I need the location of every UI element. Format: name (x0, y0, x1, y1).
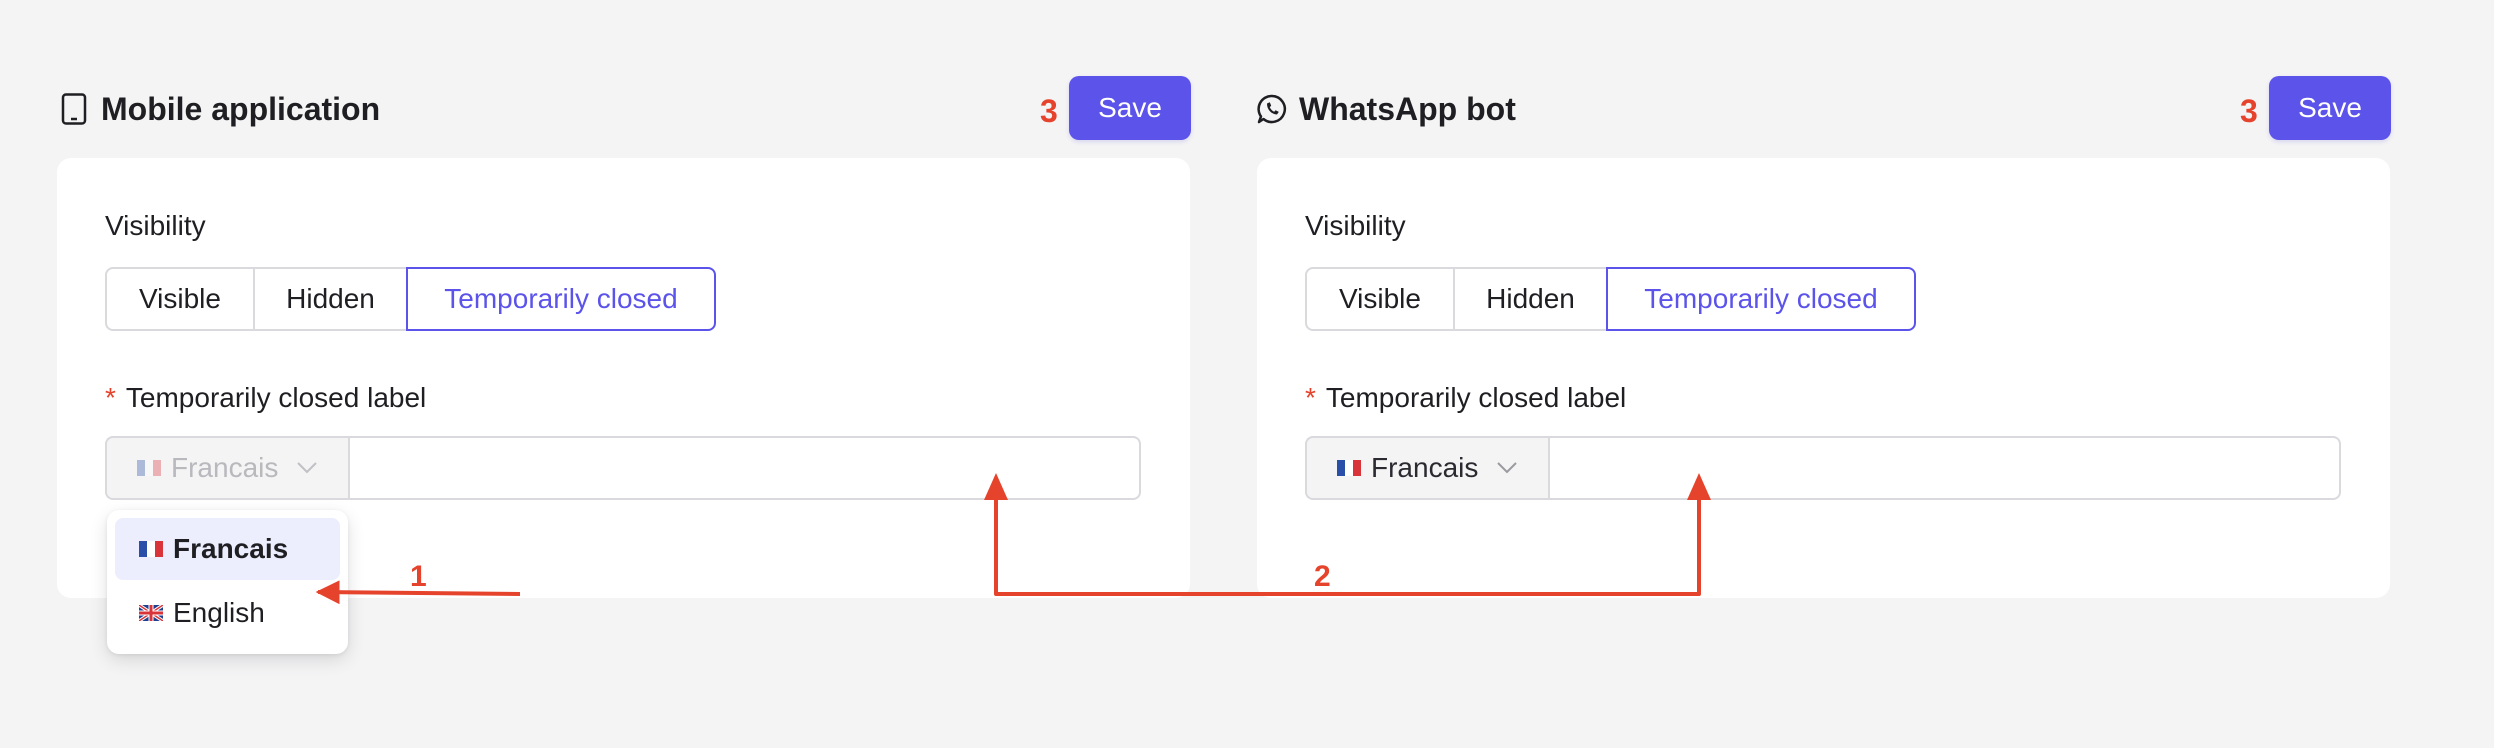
required-asterisk: * (1305, 382, 1316, 413)
panel-whatsapp-header: WhatsApp bot (1255, 76, 1516, 142)
visibility-option-hidden[interactable]: Hidden (253, 267, 408, 331)
language-select[interactable]: Francais (105, 436, 348, 500)
temporarily-closed-label-text: Temporarily closed label (125, 382, 427, 413)
save-button[interactable]: Save (2269, 76, 2391, 140)
visibility-option-hidden[interactable]: Hidden (1453, 267, 1608, 331)
france-flag-icon (1337, 460, 1361, 476)
save-button[interactable]: Save (1069, 76, 1191, 140)
visibility-label: Visibility (1305, 210, 1406, 241)
language-option-label: English (173, 597, 265, 628)
visibility-option-visible[interactable]: Visible (105, 267, 255, 331)
panel-title-text: Mobile application (101, 90, 381, 127)
panel-whatsapp-title: WhatsApp bot (1255, 91, 1516, 128)
temporarily-closed-label: * Temporarily closed label (1305, 382, 1626, 414)
panel-whatsapp-card: Visibility Visible Hidden Temporarily cl… (1257, 158, 2390, 598)
temporarily-closed-label: * Temporarily closed label (105, 382, 426, 414)
annotation-step-3: 3 (2240, 93, 2258, 129)
whatsapp-icon (1255, 92, 1289, 126)
language-option-label: Francais (173, 533, 289, 564)
language-option-english[interactable]: English (115, 582, 340, 644)
visibility-option-visible[interactable]: Visible (1305, 267, 1455, 331)
france-flag-icon (139, 541, 163, 557)
panel-mobile-title: Mobile application (57, 91, 380, 128)
visibility-option-temporarily-closed[interactable]: Temporarily closed (406, 267, 716, 331)
language-dropdown-menu: Francais English (107, 510, 348, 654)
localized-text-input: Francais (1305, 436, 2341, 500)
visibility-segmented-control: Visible Hidden Temporarily closed (105, 267, 716, 331)
mobile-phone-icon (57, 92, 91, 126)
localized-text-input: Francais (105, 436, 1141, 500)
language-option-francais[interactable]: Francais (115, 518, 340, 580)
temporarily-closed-label-text: Temporarily closed label (1325, 382, 1627, 413)
visibility-label: Visibility (105, 210, 206, 241)
uk-flag-icon (139, 605, 163, 621)
chevron-down-icon (1496, 461, 1518, 475)
panel-mobile-header: Mobile application (57, 76, 380, 142)
chevron-down-icon (296, 461, 318, 475)
required-asterisk: * (105, 382, 116, 413)
temporarily-closed-text-field[interactable] (348, 436, 1141, 500)
visibility-segmented-control: Visible Hidden Temporarily closed (1305, 267, 1916, 331)
temporarily-closed-text-field[interactable] (1548, 436, 2341, 500)
panel-title-text: WhatsApp bot (1299, 90, 1516, 127)
language-select[interactable]: Francais (1305, 436, 1548, 500)
visibility-option-temporarily-closed[interactable]: Temporarily closed (1606, 267, 1916, 331)
france-flag-icon (137, 460, 161, 476)
annotation-step-3: 3 (1040, 93, 1058, 129)
language-select-value: Francais (171, 452, 279, 483)
language-select-value: Francais (1371, 452, 1479, 483)
